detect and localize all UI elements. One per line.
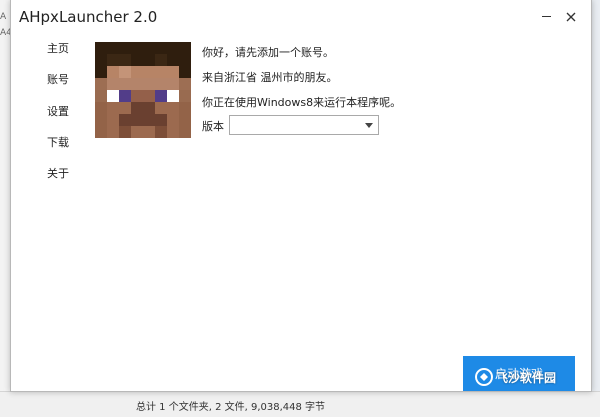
version-select[interactable] — [229, 115, 379, 135]
explorer-status-bar: 总计 1 个文件夹, 2 文件, 9,038,448 字节 — [0, 391, 600, 417]
chevron-down-icon — [365, 123, 373, 128]
nav-item-settings[interactable]: 设置 — [47, 103, 69, 119]
greeting-text: 你好，请先添加一个账号。 — [202, 46, 334, 59]
nav-item-account[interactable]: 账号 — [47, 71, 69, 87]
minimize-icon — [542, 16, 551, 17]
close-button[interactable] — [562, 8, 580, 26]
steve-avatar-icon — [95, 42, 191, 138]
watermark-logo-icon — [475, 368, 493, 386]
version-label: 版本 — [202, 120, 224, 133]
status-text: 总计 1 个文件夹, 2 文件, 9,038,448 字节 — [136, 402, 326, 413]
system-text: 你正在使用Windows8来运行本程序呢。 — [202, 96, 402, 109]
window-title: AHpxLauncher 2.0 — [19, 8, 158, 26]
watermark-text: 飞沙软件园 — [496, 371, 557, 385]
title-bar: AHpxLauncher 2.0 — [11, 0, 591, 34]
nav-item-about[interactable]: 关于 — [47, 165, 69, 181]
watermark: 飞沙软件园 — [472, 366, 594, 390]
location-text: 来自浙江省 温州市的朋友。 — [202, 71, 338, 84]
launcher-window: AHpxLauncher 2.0 主页 账号 设置 下载 关于 你好，请先添加一… — [10, 0, 592, 392]
nav-item-download[interactable]: 下载 — [47, 134, 69, 150]
background-text-fragment: A — [0, 12, 7, 22]
nav-item-home[interactable]: 主页 — [47, 40, 69, 56]
close-icon — [566, 12, 576, 22]
minimize-button[interactable] — [538, 8, 556, 26]
